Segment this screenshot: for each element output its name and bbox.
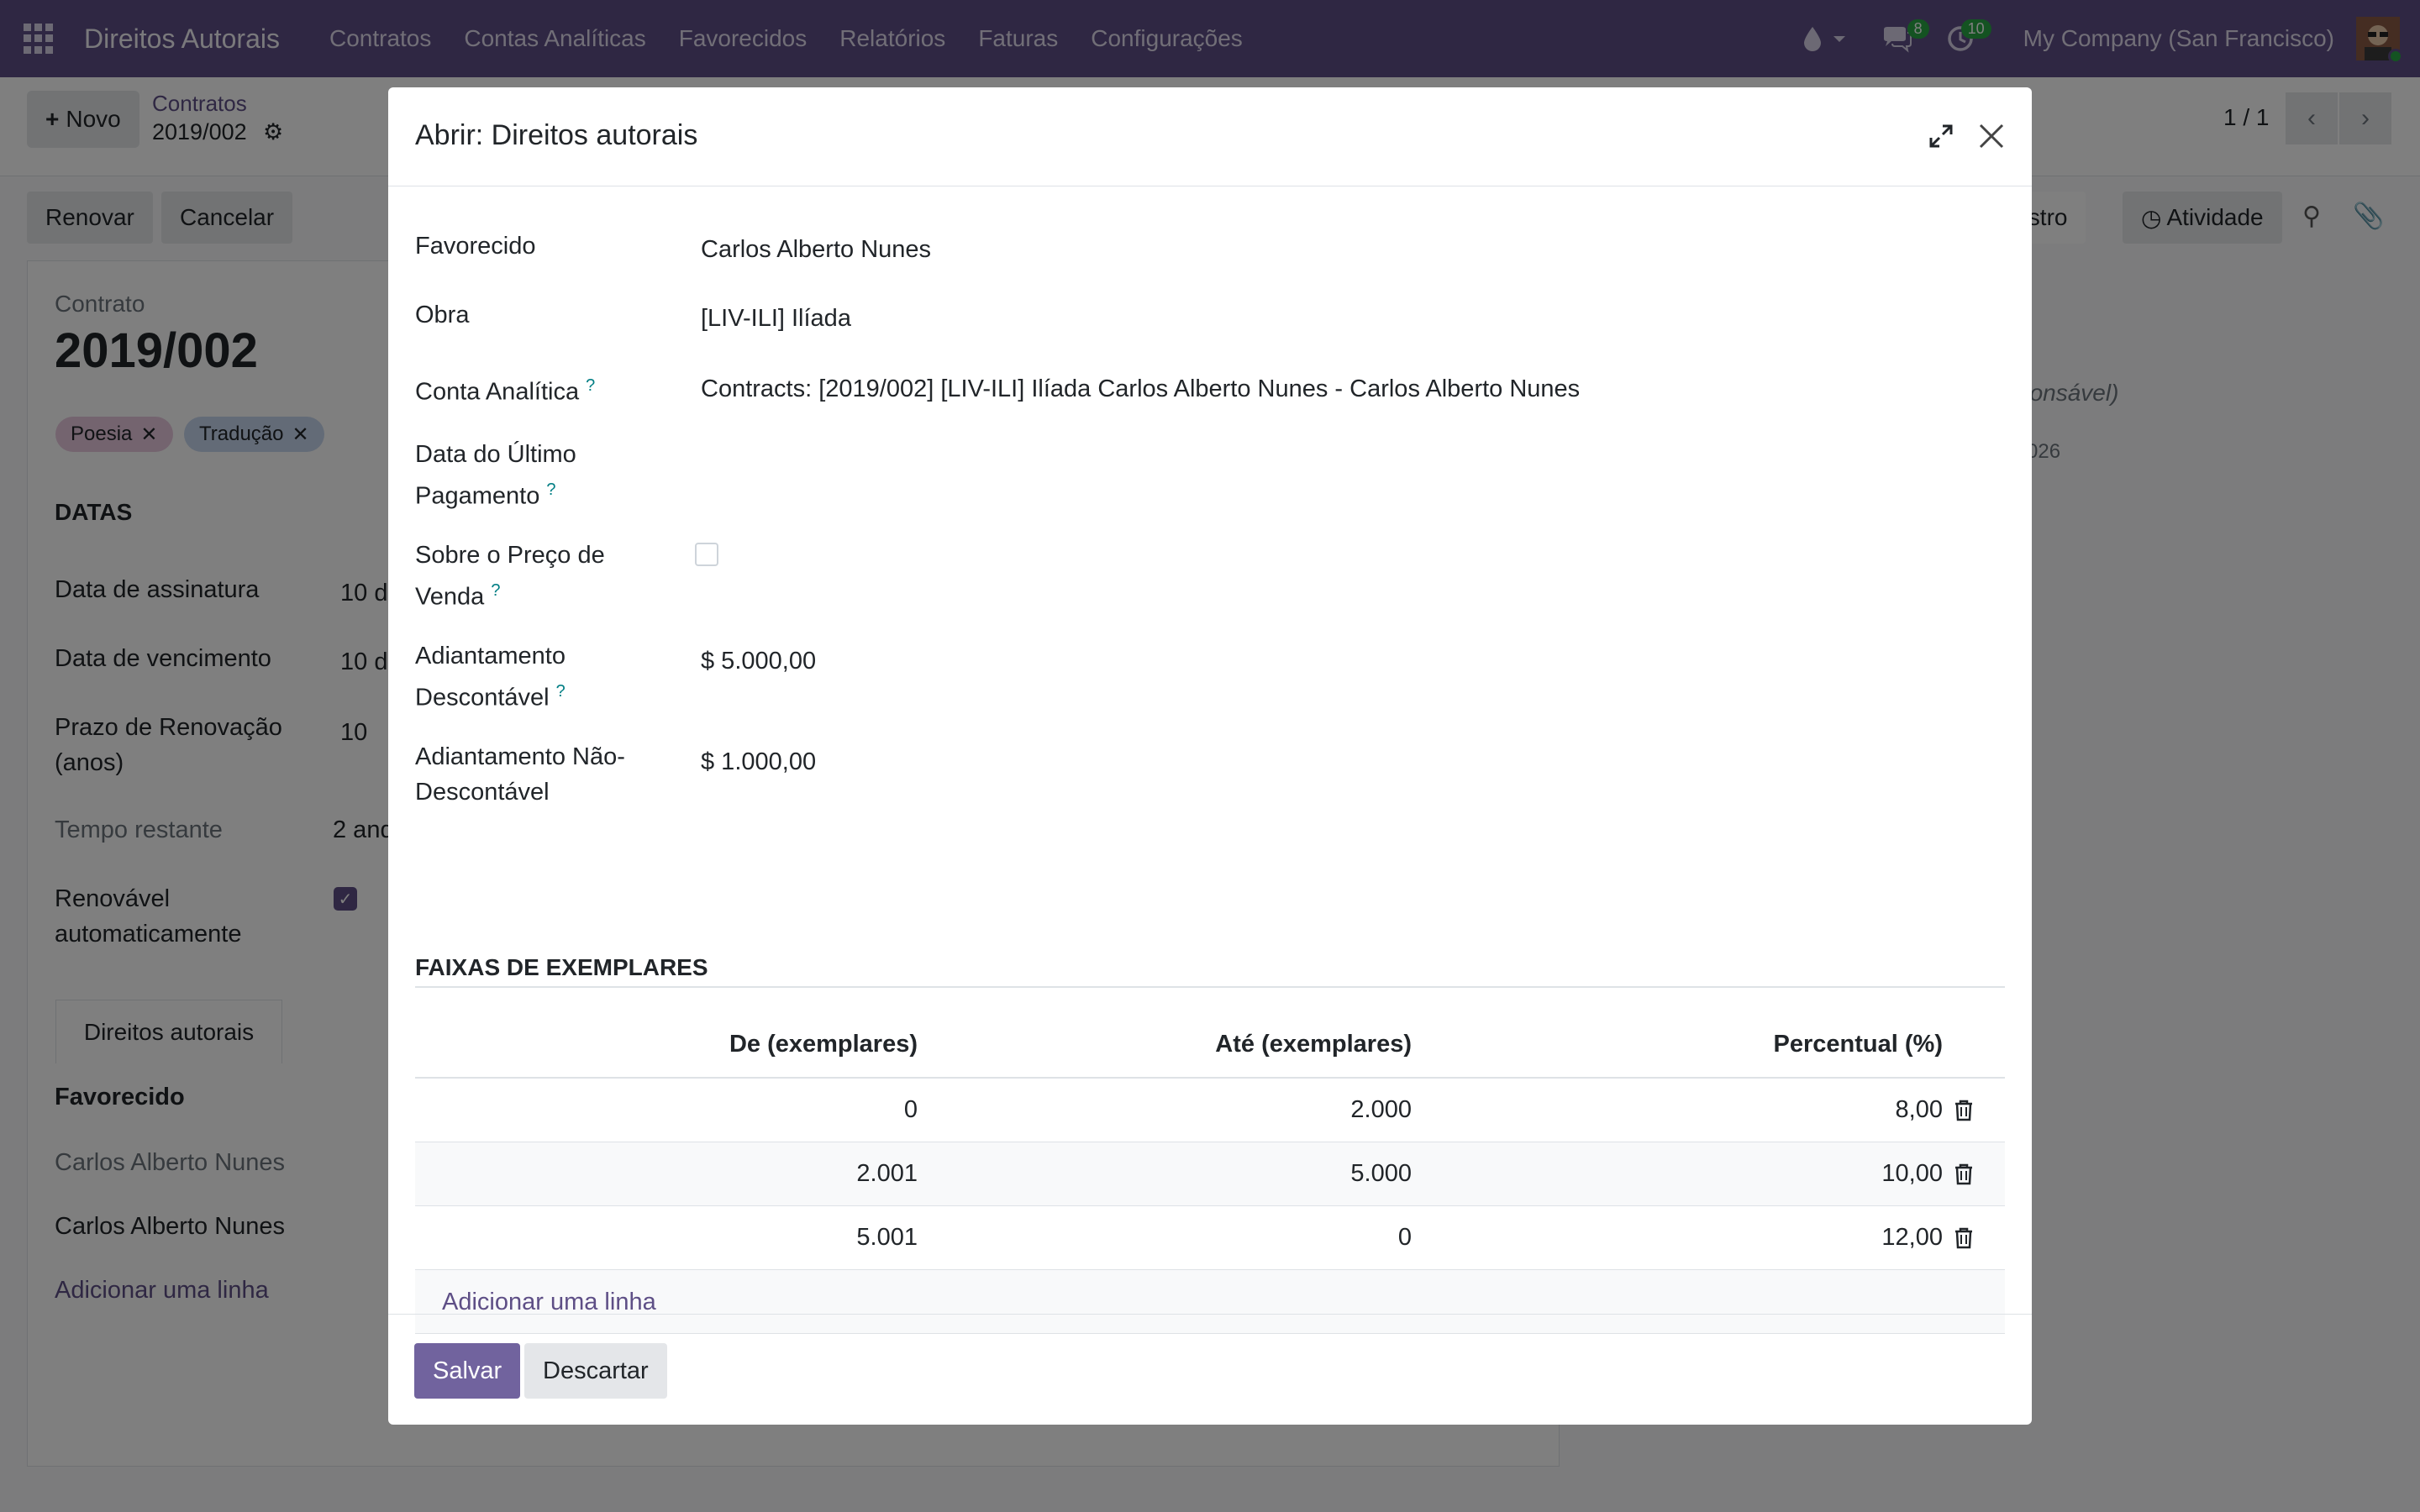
section-faixas-exemplares: FAIXAS DE EXEMPLARES <box>415 954 708 980</box>
help-icon[interactable]: ? <box>491 581 500 600</box>
cell-percentual[interactable]: 10,00 <box>1412 1142 1943 1205</box>
ultimo-pagamento-label-line2: Pagamento <box>415 482 540 510</box>
conta-analitica-label: Conta Analítica ? <box>415 368 667 410</box>
trash-icon[interactable] <box>1953 1226 1975 1250</box>
help-icon[interactable]: ? <box>556 682 566 701</box>
cell-ate[interactable]: 2.000 <box>918 1079 1412 1142</box>
column-header-de[interactable]: De (exemplares) <box>415 1011 918 1077</box>
trash-icon[interactable] <box>1953 1099 1975 1122</box>
adiantamento-descontavel-label-line2: Descontável <box>415 684 550 711</box>
conta-analitica-label-text: Conta Analítica <box>415 378 580 406</box>
table-row[interactable]: 0 2.000 8,00 <box>415 1079 2005 1142</box>
cell-de[interactable]: 0 <box>415 1079 918 1142</box>
adiantamento-descontavel-field[interactable]: $ 5.000,00 <box>701 643 816 679</box>
close-icon[interactable] <box>1976 121 2007 151</box>
adiantamento-nao-descontavel-label-line2: Descontável <box>415 779 550 806</box>
column-header-percentual[interactable]: Percentual (%) <box>1412 1011 1943 1077</box>
adiantamento-descontavel-label-line1: Adiantamento <box>415 643 566 669</box>
cell-ate[interactable]: 5.000 <box>918 1142 1412 1205</box>
ultimo-pagamento-label: Data do Último Pagamento ? <box>415 437 667 514</box>
adiantamento-descontavel-label: Adiantamento Descontável ? <box>415 638 667 716</box>
conta-analitica-field[interactable]: Contracts: [2019/002] [LIV-ILI] Ilíada C… <box>701 371 1580 407</box>
expand-icon[interactable] <box>1926 121 1956 151</box>
table-row[interactable]: 2.001 5.000 10,00 <box>415 1142 2005 1206</box>
faixas-table: De (exemplares) Até (exemplares) Percent… <box>415 1011 2005 1334</box>
adiantamento-nao-descontavel-field[interactable]: $ 1.000,00 <box>701 744 816 780</box>
column-header-ate[interactable]: Até (exemplares) <box>918 1011 1412 1077</box>
help-icon[interactable]: ? <box>586 376 595 395</box>
table-header: De (exemplares) Até (exemplares) Percent… <box>415 1011 2005 1079</box>
table-row[interactable]: 5.001 0 12,00 <box>415 1206 2005 1270</box>
modal-footer: Salvar Descartar <box>388 1314 2032 1425</box>
cell-percentual[interactable]: 8,00 <box>1412 1079 1943 1142</box>
adiantamento-nao-descontavel-label-line1: Adiantamento Não- <box>415 743 625 770</box>
modal-header: Abrir: Direitos autorais <box>388 87 2032 186</box>
cell-de[interactable]: 2.001 <box>415 1142 918 1205</box>
cell-ate[interactable]: 0 <box>918 1206 1412 1269</box>
obra-field[interactable]: [LIV-ILI] Ilíada <box>701 301 851 336</box>
preco-venda-label: Sobre o Preço de Venda ? <box>415 538 667 615</box>
dialog-direitos-autorais: Abrir: Direitos autorais Favorecido Carl… <box>388 87 2032 1425</box>
preco-venda-checkbox[interactable] <box>695 543 718 566</box>
trash-icon[interactable] <box>1953 1163 1975 1186</box>
obra-label: Obra <box>415 302 470 328</box>
preco-venda-label-line1: Sobre o Preço de <box>415 542 605 569</box>
cell-de[interactable]: 5.001 <box>415 1206 918 1269</box>
discard-button[interactable]: Descartar <box>524 1343 667 1399</box>
favorecido-label: Favorecido <box>415 233 536 260</box>
help-icon[interactable]: ? <box>546 480 555 499</box>
favorecido-field[interactable]: Carlos Alberto Nunes <box>701 232 931 267</box>
save-button[interactable]: Salvar <box>414 1343 521 1399</box>
modal-title: Abrir: Direitos autorais <box>415 119 698 151</box>
adiantamento-nao-descontavel-label: Adiantamento Não- Descontável <box>415 739 667 810</box>
ultimo-pagamento-label-line1: Data do Último <box>415 441 576 468</box>
preco-venda-label-line2: Venda <box>415 583 485 611</box>
section-divider <box>415 986 2005 988</box>
cell-percentual[interactable]: 12,00 <box>1412 1206 1943 1269</box>
